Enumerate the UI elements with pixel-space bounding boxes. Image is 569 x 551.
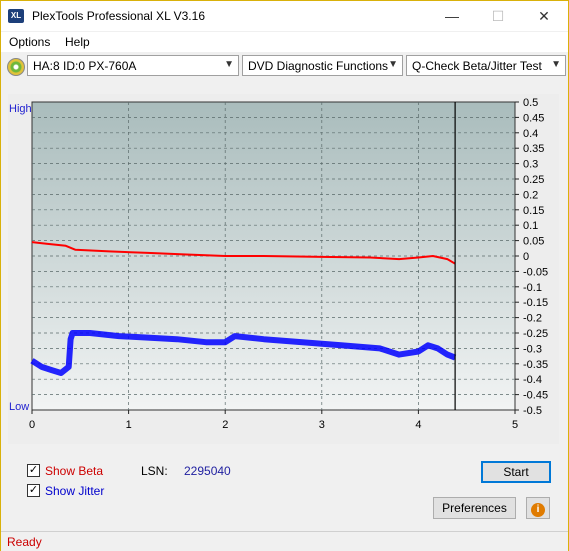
y-tick-label: 0 xyxy=(523,251,529,263)
drive-select[interactable]: HA:8 ID:0 PX-760A ▼ xyxy=(27,55,239,76)
y-tick-label: 0.2 xyxy=(523,189,538,201)
y-tick-label: -0.35 xyxy=(523,359,548,371)
y-tick-label: -0.15 xyxy=(523,297,548,309)
chevron-down-icon: ▼ xyxy=(224,59,234,70)
y-tick-label: -0.25 xyxy=(523,328,548,340)
app-window: XL PlexTools Professional XL V3.16 — ☐ ✕… xyxy=(0,0,569,551)
chart-panel: 0.5 0.45 0.4 0.35 0.3 0.25 0.2 0.15 0.1 0.05 0 -0.0… xyxy=(8,94,559,444)
start-button[interactable]: Start xyxy=(481,461,551,483)
x-tick-label: 5 xyxy=(512,419,518,431)
y-tick-label: 0.3 xyxy=(523,159,538,171)
start-button-label: Start xyxy=(503,465,529,479)
disc-icon xyxy=(7,58,25,76)
test-select-value: Q-Check Beta/Jitter Test xyxy=(412,59,542,73)
y-tick-label: 0.25 xyxy=(523,174,544,186)
lsn-label: LSN: xyxy=(141,464,168,478)
show-jitter-label[interactable]: Show Jitter xyxy=(45,484,104,498)
y-tick-label: 0.05 xyxy=(523,236,544,248)
drive-select-value: HA:8 ID:0 PX-760A xyxy=(33,59,137,73)
high-label: High xyxy=(9,103,32,115)
menu-options[interactable]: Options xyxy=(9,35,50,49)
beta-jitter-chart: 0.5 0.45 0.4 0.35 0.3 0.25 0.2 0.15 0.1 0.05 0 -0.0… xyxy=(29,97,548,431)
y-tick-label: 0.15 xyxy=(523,205,544,217)
y-tick-label: -0.05 xyxy=(523,266,548,278)
y-tick-label: 0.1 xyxy=(523,220,538,232)
close-button[interactable]: ✕ xyxy=(521,1,567,31)
app-logo-icon: XL xyxy=(8,9,24,23)
lsn-value: 2295040 xyxy=(184,464,231,478)
x-tick-label: 2 xyxy=(222,419,228,431)
y-tick-label: 0.35 xyxy=(523,143,544,155)
y-tick-label: 0.5 xyxy=(523,97,538,109)
function-select-value: DVD Diagnostic Functions xyxy=(248,59,389,73)
show-beta-label[interactable]: Show Beta xyxy=(45,464,103,478)
y-tick-label: -0.45 xyxy=(523,390,548,402)
chevron-down-icon: ▼ xyxy=(388,59,398,70)
y-tick-label: -0.3 xyxy=(523,343,542,355)
minimize-button[interactable]: — xyxy=(429,1,475,31)
function-select[interactable]: DVD Diagnostic Functions ▼ xyxy=(242,55,403,76)
low-label: Low xyxy=(9,401,30,413)
preferences-button[interactable]: Preferences xyxy=(433,497,516,519)
y-tick-label: -0.4 xyxy=(523,374,542,386)
y-tick-label: -0.1 xyxy=(523,282,542,294)
info-button[interactable]: i xyxy=(526,497,550,519)
x-tick-label: 1 xyxy=(126,419,132,431)
show-jitter-checkbox[interactable]: ✓ xyxy=(27,484,40,497)
y-tick-label: -0.2 xyxy=(523,313,542,325)
y-tick-label: -0.5 xyxy=(523,405,542,417)
menu-bar: Options Help xyxy=(1,32,568,52)
status-text: Ready xyxy=(7,535,42,549)
preferences-button-label: Preferences xyxy=(442,501,507,515)
show-beta-checkbox[interactable]: ✓ xyxy=(27,464,40,477)
chevron-down-icon: ▼ xyxy=(551,59,561,70)
options-panel: ✓ Show Beta ✓ Show Jitter LSN: 2295040 S… xyxy=(8,453,559,521)
x-tick-label: 3 xyxy=(319,419,325,431)
status-bar: Ready xyxy=(1,531,568,551)
y-tick-label: 0.45 xyxy=(523,112,544,124)
y-tick-label: 0.4 xyxy=(523,128,538,140)
maximize-button[interactable]: ☐ xyxy=(475,1,521,31)
info-icon: i xyxy=(531,503,545,517)
test-select[interactable]: Q-Check Beta/Jitter Test ▼ xyxy=(406,55,566,76)
toolbar: HA:8 ID:0 PX-760A ▼ DVD Diagnostic Funct… xyxy=(1,53,568,81)
x-tick-label: 4 xyxy=(415,419,421,431)
menu-help[interactable]: Help xyxy=(65,35,90,49)
x-tick-label: 0 xyxy=(29,419,35,431)
title-bar: XL PlexTools Professional XL V3.16 — ☐ ✕ xyxy=(1,1,568,31)
window-title: PlexTools Professional XL V3.16 xyxy=(32,9,205,23)
